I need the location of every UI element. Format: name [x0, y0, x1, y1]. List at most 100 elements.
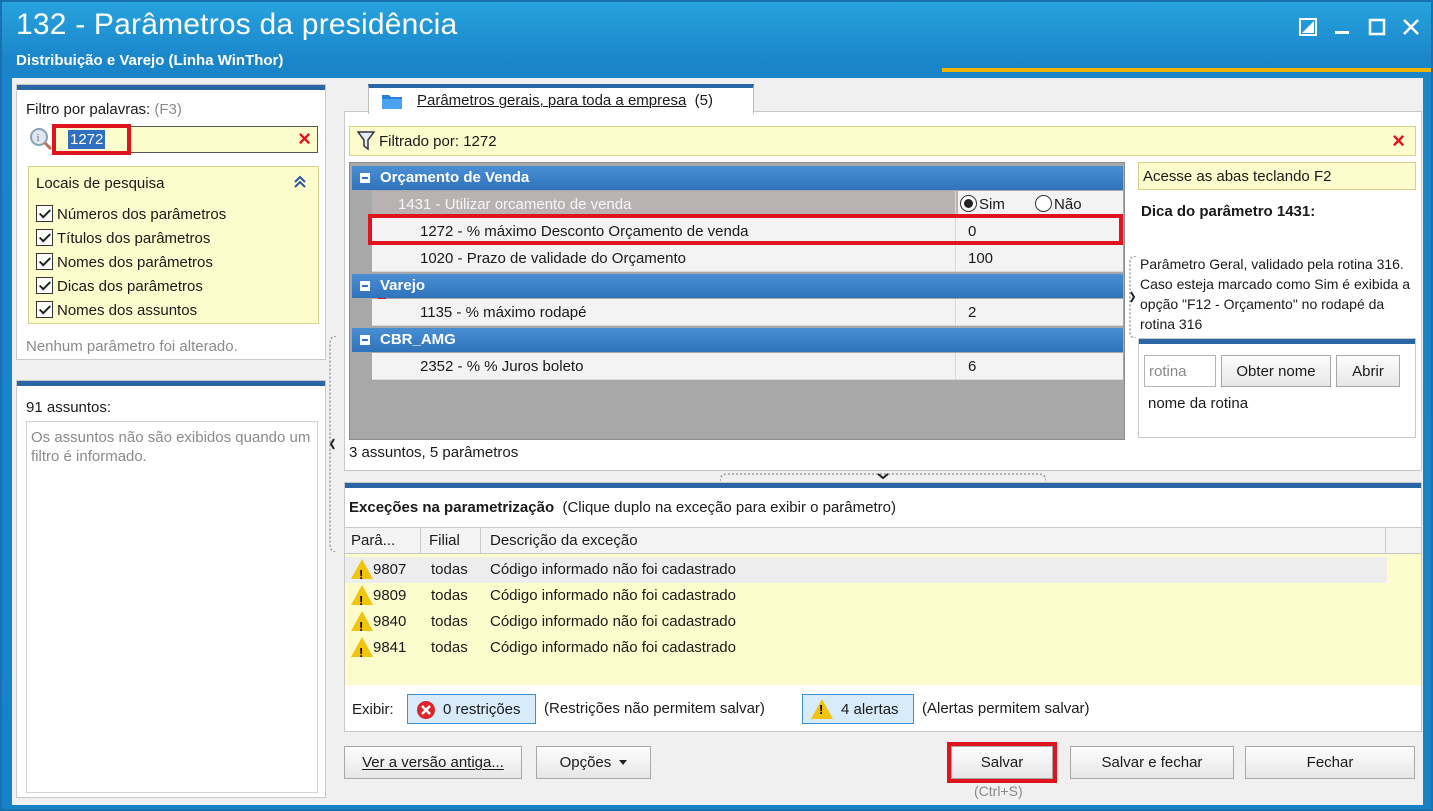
exception-row[interactable]: 9841 todas Código informado não foi cada…: [345, 635, 1387, 666]
tab-label: Parâmetros gerais, para toda a empresa: [417, 92, 687, 109]
routine-name: nome da rotina: [1148, 395, 1249, 412]
radio-sim[interactable]: Sim: [960, 195, 1005, 213]
param-row-1135[interactable]: 1135 - % máximo rodapé 2: [372, 299, 1123, 326]
checkbox-icon: [36, 253, 53, 270]
old-version-button[interactable]: Ver a versão antiga...: [344, 746, 522, 779]
window-subtitle: Distribuição e Varejo (Linha WinThor): [16, 52, 284, 69]
exceptions-header: Parâ... Filial Descrição da exceção: [345, 528, 1421, 554]
get-name-button[interactable]: Obter nome: [1221, 355, 1331, 387]
exception-row[interactable]: 9840 todas Código informado não foi cada…: [345, 609, 1387, 640]
warning-icon: [351, 585, 373, 614]
filter-panel-bar: [17, 85, 325, 90]
app-window: 132 - Parâmetros da presidência Distribu…: [0, 0, 1433, 811]
parameters-grid: Orçamento de Venda 1431 - Utilizar orcam…: [349, 162, 1125, 440]
exceptions-panel: Exceções na parametrização (Clique duplo…: [344, 482, 1422, 732]
hint-splitter[interactable]: [1128, 255, 1138, 339]
group-orcamento[interactable]: Orçamento de Venda: [352, 166, 1123, 190]
radio-icon: [1035, 195, 1053, 212]
highlight-save-button: [947, 742, 1057, 783]
column-description[interactable]: Descrição da exceção: [490, 532, 638, 549]
param-row-2352[interactable]: 2352 - % % Juros boleto 6: [372, 353, 1123, 380]
checkbox-param-numbers[interactable]: Números dos parâmetros: [36, 205, 226, 223]
group-varejo[interactable]: Varejo: [352, 274, 1123, 298]
tab-general-parameters[interactable]: Parâmetros gerais, para toda a empresa (…: [368, 84, 754, 114]
restrictions-note: (Restrições não permitem salvar): [544, 700, 765, 717]
filter-shortcut: (F3): [154, 101, 182, 118]
checkbox-icon: [36, 277, 53, 294]
checkbox-icon: [36, 205, 53, 222]
save-close-button[interactable]: Salvar e fechar: [1070, 746, 1234, 779]
clear-filter-icon[interactable]: ×: [298, 127, 311, 151]
vertical-splitter[interactable]: [328, 335, 338, 553]
column-branch[interactable]: Filial: [429, 532, 460, 549]
alerts-button[interactable]: 4 alertas: [802, 694, 914, 724]
clear-filtered-icon[interactable]: ×: [1392, 128, 1405, 154]
collapse-icon[interactable]: [360, 281, 370, 291]
grid-summary: 3 assuntos, 5 parâmetros: [349, 444, 519, 461]
routine-panel: rotina Obter nome Abrir nome da rotina: [1138, 338, 1416, 438]
checkbox-icon: [36, 229, 53, 246]
title-bar[interactable]: 132 - Parâmetros da presidência Distribu…: [2, 2, 1431, 76]
alerts-note: (Alertas permitem salvar): [922, 700, 1090, 717]
change-status: Nenhum parâmetro foi alterado.: [26, 338, 238, 355]
param-row-1020[interactable]: 1020 - Prazo de validade do Orçamento 10…: [372, 245, 1123, 272]
group-cbr-amg[interactable]: CBR_AMG: [352, 328, 1123, 352]
save-shortcut: (Ctrl+S): [974, 783, 1023, 799]
exceptions-subtitle: (Clique duplo na exceção para exibir o p…: [562, 499, 896, 516]
param-value[interactable]: 6: [968, 353, 976, 380]
radio-icon: [960, 195, 977, 212]
highlight-filter-value: [52, 124, 131, 155]
checkbox-icon: [36, 301, 53, 318]
svg-text:i: i: [37, 132, 40, 144]
subjects-panel-bar: [17, 381, 325, 386]
filter-panel: Filtro por palavras: (F3) i 1272 × Locai…: [16, 84, 326, 360]
warning-icon: [811, 699, 833, 720]
radio-nao[interactable]: Não: [1035, 195, 1082, 213]
checkbox-subject-names[interactable]: Nomes dos assuntos: [36, 301, 197, 319]
subjects-count: 91 assuntos:: [26, 399, 112, 416]
access-tip: Acesse as abas teclando F2: [1138, 162, 1416, 190]
column-param[interactable]: Parâ...: [351, 532, 395, 549]
tab-count: (5): [694, 92, 713, 109]
search-icon: i: [28, 126, 54, 152]
checkbox-param-names[interactable]: Nomes dos parâmetros: [36, 253, 213, 271]
exception-row[interactable]: 9807 todas Código informado não foi cada…: [345, 557, 1387, 588]
highlight-param-1272: [368, 214, 1123, 245]
exceptions-title: Exceções na parametrização: [349, 499, 555, 516]
hint-text: Parâmetro Geral, validado pela rotina 31…: [1140, 256, 1411, 332]
search-locations-panel: Locais de pesquisa Números dos parâmetro…: [28, 166, 319, 324]
client-area: Filtro por palavras: (F3) i 1272 × Locai…: [12, 78, 1423, 805]
hint-title: Dica do parâmetro 1431:: [1141, 203, 1316, 220]
title-accent-bar: [942, 68, 1431, 72]
maximize-icon[interactable]: [1364, 14, 1390, 40]
routine-input[interactable]: rotina: [1144, 355, 1216, 387]
open-button[interactable]: Abrir: [1336, 355, 1400, 387]
checkbox-param-hints[interactable]: Dicas dos parâmetros: [36, 277, 203, 295]
folder-icon: [381, 92, 403, 114]
close-button[interactable]: Fechar: [1245, 746, 1415, 779]
subjects-panel: 91 assuntos: Os assuntos não são exibido…: [16, 380, 326, 798]
close-window-icon[interactable]: [1398, 14, 1424, 40]
param-value[interactable]: 2: [968, 299, 976, 326]
subjects-list[interactable]: Os assuntos não são exibidos quando um f…: [26, 421, 318, 793]
filtered-label: Filtrado por: 1272: [379, 133, 497, 150]
restrictions-button[interactable]: 0 restrições: [407, 694, 536, 724]
warning-icon: [351, 611, 373, 640]
warning-icon: [351, 559, 373, 588]
warning-icon: [351, 637, 373, 666]
horizontal-splitter[interactable]: [719, 470, 1047, 482]
collapse-icon[interactable]: [360, 173, 370, 183]
error-icon: [416, 700, 436, 724]
filter-label: Filtro por palavras: (F3): [26, 101, 182, 118]
restore-icon[interactable]: [1295, 14, 1321, 40]
exception-row[interactable]: 9809 todas Código informado não foi cada…: [345, 583, 1387, 614]
collapse-icon[interactable]: [360, 335, 370, 345]
checkbox-param-titles[interactable]: Títulos dos parâmetros: [36, 229, 210, 247]
filtered-bar: Filtrado por: 1272 ×: [349, 126, 1416, 156]
show-label: Exibir:: [352, 701, 394, 718]
minimize-icon[interactable]: [1329, 14, 1355, 40]
options-button[interactable]: Opções: [536, 746, 651, 779]
funnel-icon: [356, 131, 376, 155]
collapse-chevron-icon[interactable]: [294, 175, 306, 192]
param-value[interactable]: 100: [968, 245, 993, 272]
